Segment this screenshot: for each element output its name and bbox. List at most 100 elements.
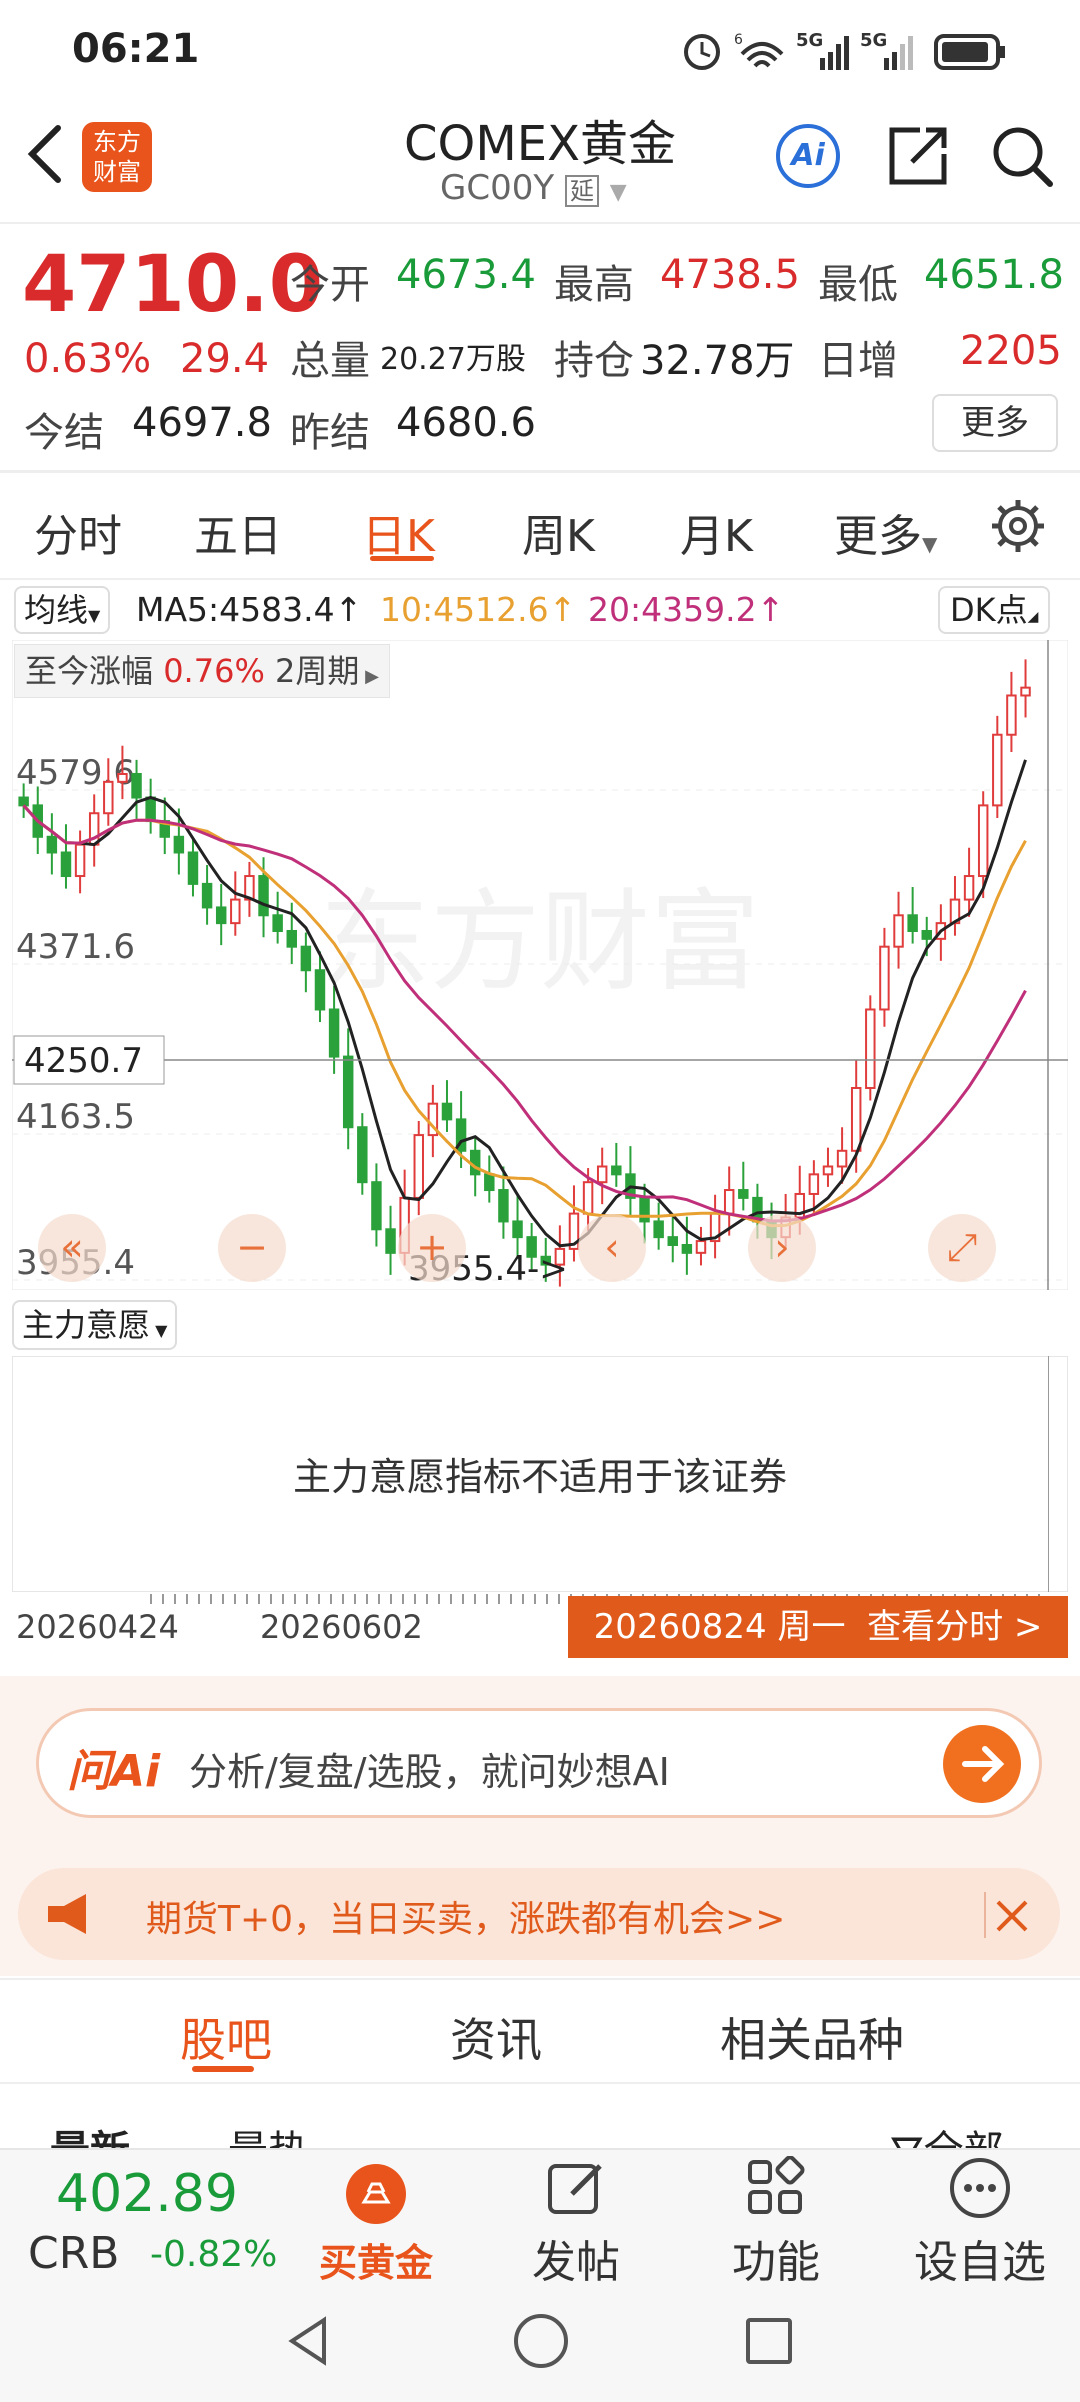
dk-point-button[interactable]: DK点◢ [938, 586, 1051, 634]
volume-value: 20.27万股 [380, 342, 526, 377]
ai-brand-label: 问Ai [67, 1746, 161, 1797]
post-button[interactable]: 发帖 [496, 2156, 656, 2290]
chart-watermark: 东方财富 [320, 878, 760, 1006]
change-percent: 0.63% [24, 336, 152, 382]
candle-body [60, 851, 72, 878]
status-time: 06:21 [72, 26, 200, 72]
candle-body [963, 875, 975, 901]
low-label: 最低 [818, 262, 898, 308]
candle-body [215, 906, 227, 925]
add-watchlist-button[interactable]: 设自选 [900, 2156, 1060, 2290]
candle-body [230, 898, 241, 925]
ai-search-bar[interactable]: 问Ai 分析/复盘/选股，就问妙想AI [36, 1708, 1042, 1818]
candle-body [1006, 694, 1017, 736]
dayinc-value: 2205 [960, 328, 1062, 374]
candle-body [145, 796, 156, 823]
prev-settle-label: 昨结 [290, 410, 370, 456]
tab-forum[interactable]: 股吧 [180, 2004, 272, 2070]
candle-body [992, 733, 1003, 807]
candle-body [484, 1173, 495, 1192]
tab-5day[interactable]: 五日 [194, 500, 282, 564]
tab-related[interactable]: 相关品种 [720, 2004, 904, 2070]
arrow-right-icon[interactable] [943, 1725, 1021, 1803]
svg-text:5G: 5G [860, 30, 887, 51]
promo-banner[interactable]: 期货T+0，当日买卖，涨跌都有机会>> [18, 1868, 1060, 1960]
high-value: 4738.5 [660, 252, 800, 298]
status-icons: 6 5G 5G [680, 26, 1010, 76]
candle-body [300, 945, 312, 972]
candle-body [865, 1008, 876, 1089]
svg-text:6: 6 [734, 32, 743, 48]
more-circle-icon [950, 2158, 1010, 2218]
megaphone-icon [46, 1890, 102, 1938]
open-label: 今开 [290, 262, 370, 308]
oi-value: 32.78万 [640, 338, 795, 384]
ma5-value: MA5:4583.4↑ [136, 590, 363, 629]
candle-body [131, 772, 142, 799]
range-change-label[interactable]: 至今涨幅 0.76% 2周期 ▶ [14, 644, 390, 698]
change-value: 29.4 [180, 336, 270, 382]
candle-body [907, 914, 918, 932]
symbol-code[interactable]: GC00Y 延 ▼ [440, 168, 627, 208]
function-button[interactable]: 功能 [696, 2156, 856, 2290]
share-icon[interactable] [886, 124, 950, 188]
candle-body [342, 1055, 354, 1129]
promo-text: 期货T+0，当日买卖，涨跌都有机会>> [146, 1899, 786, 1940]
tab-more[interactable]: 更多▼ [834, 500, 937, 564]
ai-icon[interactable]: Ai [776, 124, 840, 188]
y-tick-label: 4163.5 [16, 1097, 135, 1137]
indicator-message: 主力意愿指标不适用于该证券 [292, 1455, 787, 1499]
x-label-start: 20260424 [16, 1608, 179, 1646]
candle-body [695, 1240, 707, 1254]
tab-daily-k[interactable]: 日K [362, 500, 435, 564]
candle-body [286, 929, 297, 948]
selected-date-button[interactable]: 20260824 周一 查看分时 > [568, 1596, 1068, 1658]
candle-body [187, 851, 199, 885]
svg-text:5G: 5G [796, 30, 823, 51]
candle-body [441, 1102, 453, 1121]
crosshair-price-label: 4250.7 [24, 1041, 143, 1081]
expand-icon-glyph: ⤢ [947, 1225, 977, 1269]
current-price: 4710.0 [22, 240, 323, 330]
settle-value: 4697.8 [132, 400, 272, 446]
close-icon[interactable] [984, 1892, 1032, 1938]
settle-label: 今结 [24, 410, 104, 456]
tab-intraday[interactable]: 分时 [34, 500, 122, 564]
tab-active-indicator [370, 556, 434, 561]
candle-body [1020, 686, 1031, 697]
gold-bars-icon [346, 2164, 406, 2224]
search-icon[interactable] [990, 124, 1054, 188]
ma-select[interactable]: 均线▼ [14, 586, 111, 634]
ma20-value: 20:4359.2↑ [588, 590, 785, 629]
candle-body [385, 1228, 396, 1254]
candle-body [357, 1126, 368, 1184]
more-button[interactable]: 更多 [932, 394, 1058, 452]
crosshair-vertical [1048, 1356, 1049, 1592]
candle-body [611, 1165, 622, 1176]
tab-weekly-k[interactable]: 周K [522, 500, 595, 564]
candle-body [512, 1220, 523, 1239]
crb-index-name: CRB [28, 2228, 120, 2279]
buy-gold-button[interactable]: 买黄金 [296, 2162, 456, 2287]
candle-body [469, 1149, 481, 1176]
system-home-icon[interactable] [514, 2314, 568, 2368]
grid-icon [748, 2156, 805, 2214]
candle-body [808, 1173, 820, 1195]
open-value: 4673.4 [396, 252, 536, 298]
high-label: 最高 [554, 262, 634, 308]
candle-body [371, 1181, 382, 1231]
gear-icon[interactable] [990, 498, 1046, 554]
edit-icon [548, 2164, 602, 2214]
system-recents-icon[interactable] [746, 2318, 792, 2364]
candle-body [738, 1189, 749, 1199]
kline-chart[interactable]: 东方财富4579.64371.64163.53955.44250.73955.4… [11, 639, 1069, 1291]
prev-settle-value: 4680.6 [396, 400, 536, 446]
back-icon[interactable] [20, 118, 70, 188]
candle-body [596, 1165, 608, 1184]
indicator-select[interactable]: 主力意愿 ▼ [12, 1300, 178, 1350]
system-back-icon[interactable] [284, 2314, 334, 2368]
tab-monthly-k[interactable]: 月K [680, 500, 753, 564]
page-title: COMEX黄金 [404, 116, 676, 172]
candle-body [977, 804, 989, 878]
tab-news[interactable]: 资讯 [450, 2004, 542, 2070]
